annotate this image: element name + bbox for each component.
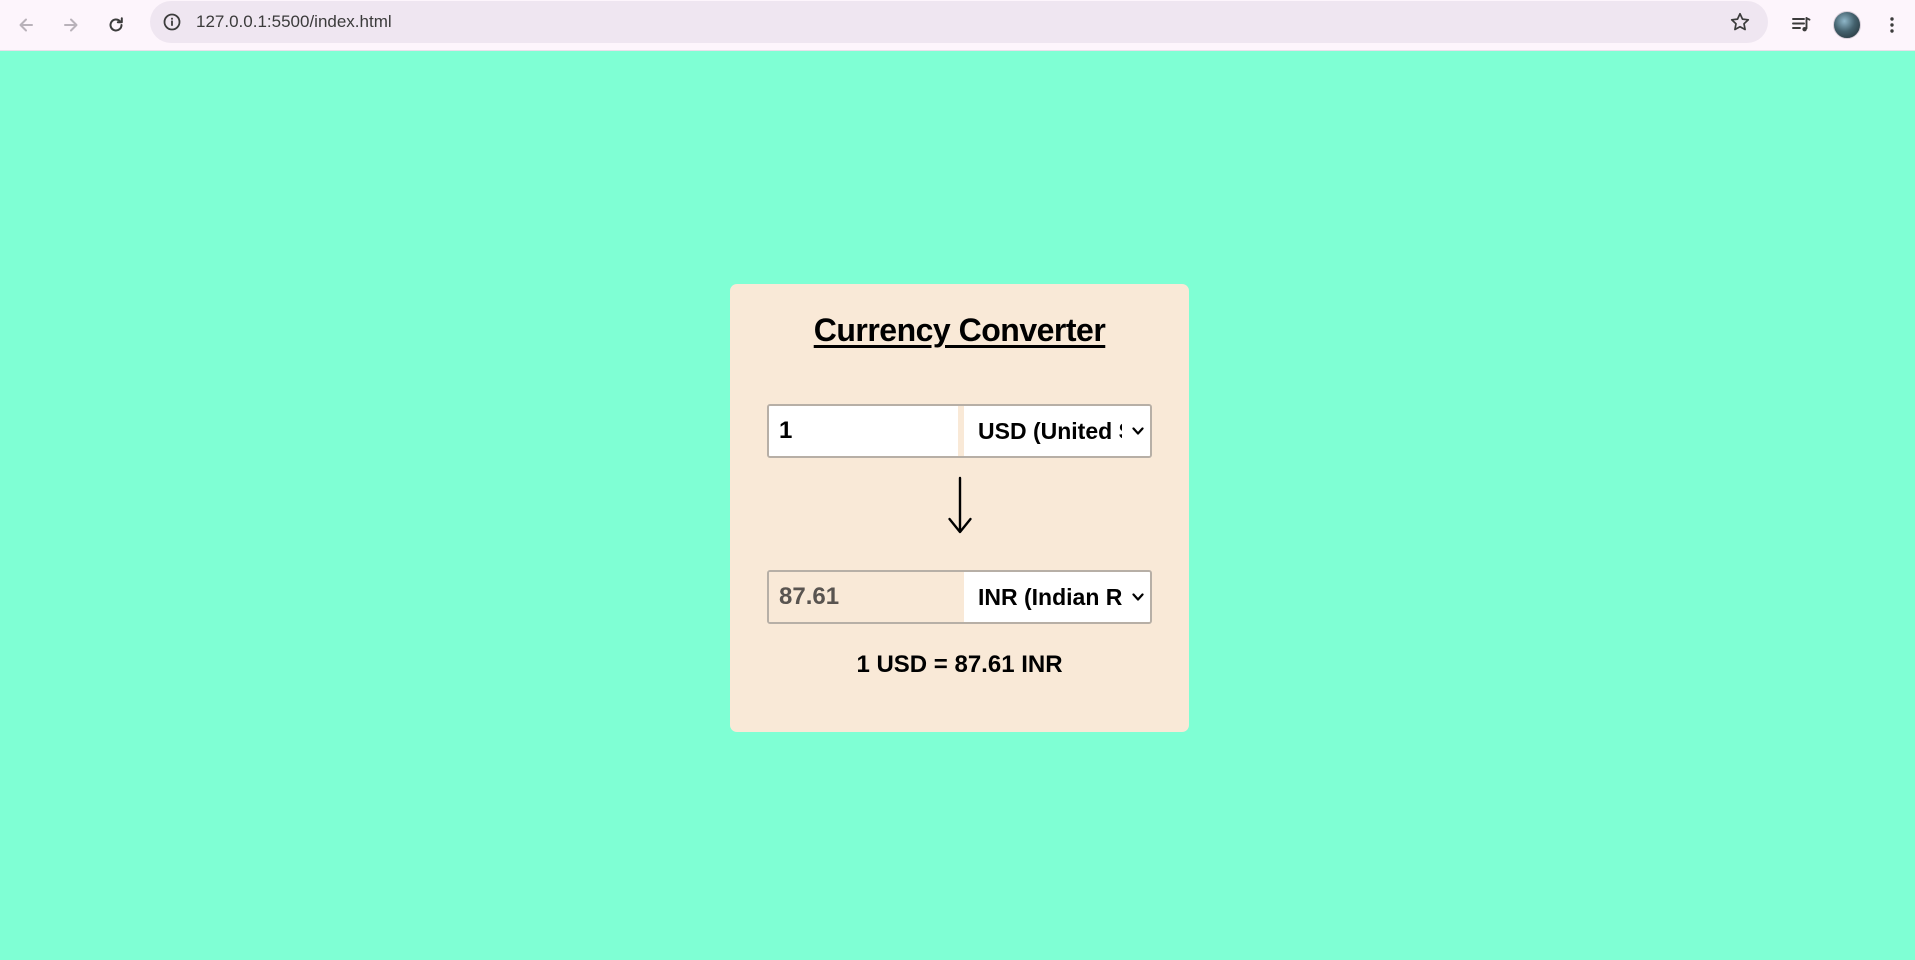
back-button[interactable] bbox=[8, 7, 44, 43]
reload-button[interactable] bbox=[98, 7, 134, 43]
to-currency-select[interactable]: INR (Indian Rupee) bbox=[964, 572, 1150, 622]
from-currency-row: USD (United States Dollar) bbox=[767, 404, 1152, 458]
browser-menu-button[interactable] bbox=[1874, 7, 1910, 43]
from-currency-label: USD (United States Dollar) bbox=[978, 418, 1122, 444]
address-bar[interactable]: 127.0.0.1:5500/index.html bbox=[150, 1, 1768, 43]
info-circle-icon bbox=[163, 13, 181, 31]
to-currency-row: INR (Indian Rupee) bbox=[767, 570, 1152, 624]
converter-card: Currency Converter USD (United States Do… bbox=[730, 284, 1189, 732]
kebab-menu-icon bbox=[1890, 17, 1894, 33]
from-currency-select[interactable]: USD (United States Dollar) bbox=[964, 406, 1150, 456]
to-currency-label: INR (Indian Rupee) bbox=[978, 584, 1122, 610]
chevron-down-icon bbox=[1132, 593, 1144, 601]
reading-list-button[interactable] bbox=[1783, 7, 1819, 43]
profile-button[interactable] bbox=[1829, 7, 1865, 43]
arrow-left-icon bbox=[19, 18, 33, 32]
arrow-down-icon bbox=[947, 476, 972, 534]
avatar bbox=[1833, 11, 1861, 39]
bookmark-button[interactable] bbox=[1728, 10, 1752, 34]
star-icon bbox=[1730, 12, 1750, 31]
conversion-direction bbox=[730, 476, 1189, 541]
browser-toolbar: 127.0.0.1:5500/index.html bbox=[0, 0, 1915, 51]
reload-icon bbox=[109, 17, 123, 32]
site-info-button[interactable] bbox=[160, 10, 184, 34]
url-text[interactable]: 127.0.0.1:5500/index.html bbox=[196, 1, 392, 43]
page-title: Currency Converter bbox=[813, 312, 1106, 348]
exchange-rate-text: 1 USD = 87.61 INR bbox=[856, 651, 1063, 678]
to-amount-output bbox=[769, 572, 958, 622]
arrow-right-icon bbox=[64, 18, 78, 32]
from-amount-input[interactable] bbox=[769, 406, 958, 456]
chevron-down-icon bbox=[1132, 427, 1144, 435]
forward-button[interactable] bbox=[53, 7, 89, 43]
media-list-icon bbox=[1792, 17, 1811, 32]
